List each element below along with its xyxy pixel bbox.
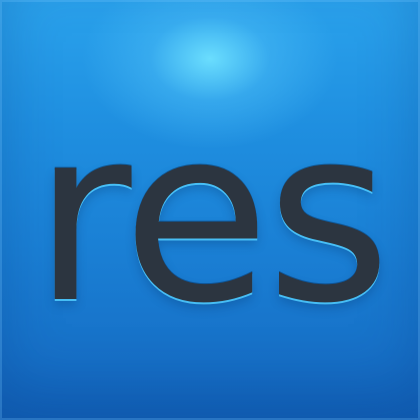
app-icon: res xyxy=(0,0,420,420)
app-wordmark: res xyxy=(32,76,391,356)
